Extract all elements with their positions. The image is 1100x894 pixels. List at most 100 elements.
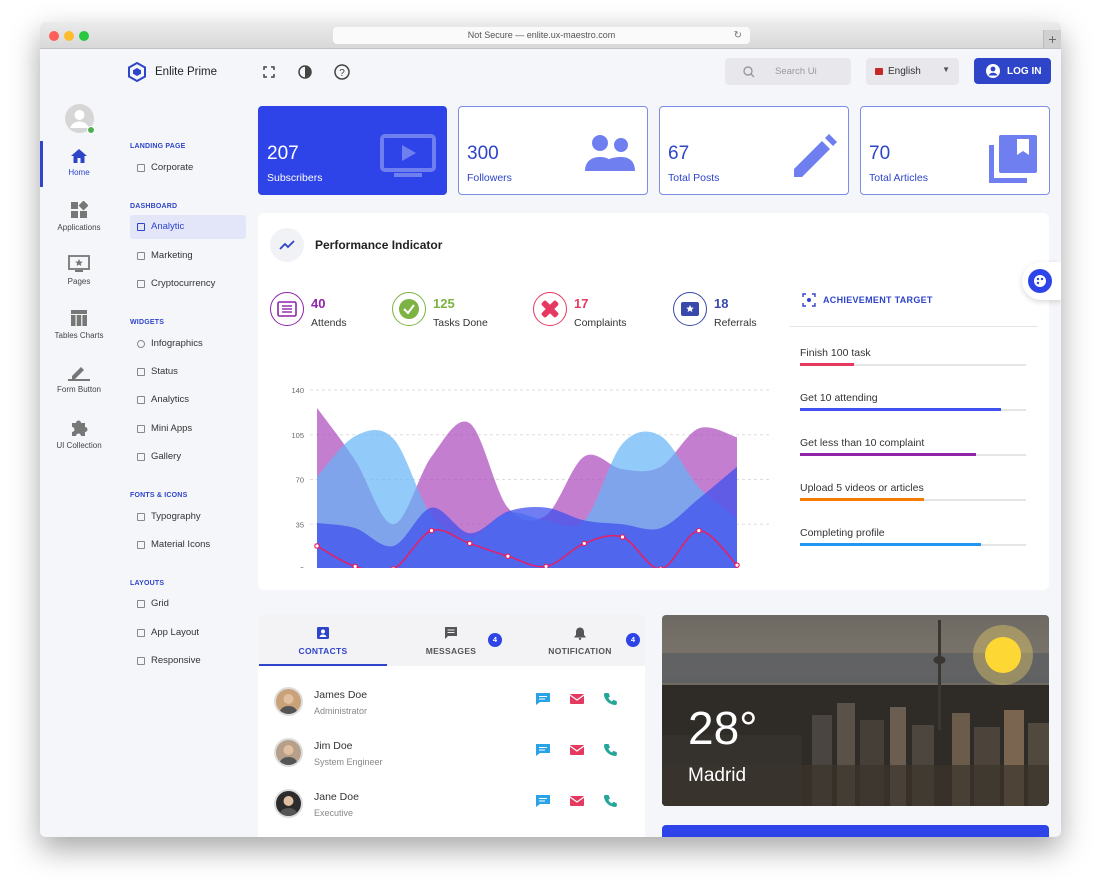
contact-role: Administrator <box>314 706 368 716</box>
menu-item-label: Responsive <box>151 655 201 666</box>
rail-item-home[interactable]: Home <box>40 148 118 177</box>
login-label: LOG IN <box>1007 66 1042 77</box>
stat-card-total-posts[interactable]: 67 Total Posts <box>659 106 849 195</box>
rail-item-ui-collection[interactable]: UI Collection <box>40 417 118 450</box>
minimize-dot[interactable] <box>64 31 74 41</box>
phone-icon[interactable] <box>603 692 617 706</box>
menu-heading-layouts: LAYOUTS <box>130 580 165 587</box>
photo-icon <box>137 453 145 461</box>
mail-icon[interactable] <box>569 743 585 757</box>
chevron-down-icon: ▼ <box>942 65 950 74</box>
messages-badge: 4 <box>488 633 502 647</box>
menu-item-label: Status <box>151 366 178 377</box>
menu-item-grid[interactable]: Grid <box>130 592 246 616</box>
contact-name: Jane Doe <box>314 791 359 803</box>
phone-icon[interactable] <box>603 794 617 808</box>
menu-item-app-layout[interactable]: App Layout <box>130 621 246 645</box>
check-circle-icon <box>392 292 426 326</box>
menu-item-status[interactable]: Status <box>130 360 246 384</box>
line-point <box>658 566 664 568</box>
list-icon <box>270 292 304 326</box>
pages-icon <box>68 255 90 272</box>
contact-avatar[interactable] <box>274 738 303 767</box>
mail-icon[interactable] <box>569 794 585 808</box>
contact-name: James Doe <box>314 689 368 701</box>
login-button[interactable]: LOG IN <box>974 58 1051 84</box>
chart-icon <box>137 396 145 404</box>
search-box[interactable]: Search Ui <box>725 58 851 85</box>
menu-item-responsive[interactable]: Responsive <box>130 649 246 673</box>
contrast-icon[interactable] <box>298 65 312 79</box>
user-avatar[interactable] <box>65 104 95 134</box>
menu-item-gallery[interactable]: Gallery <box>130 445 246 469</box>
theme-fab[interactable] <box>1022 262 1061 300</box>
stat-label: Subscribers <box>267 172 323 184</box>
y-tick-label: 35 <box>296 520 304 529</box>
menu-item-label: Grid <box>151 598 169 609</box>
stat-card-followers[interactable]: 300 Followers <box>458 106 648 195</box>
progress-fill <box>800 543 981 546</box>
contact-avatar[interactable] <box>274 687 303 716</box>
menu-item-typography[interactable]: Typography <box>130 505 246 529</box>
rail-item-pages[interactable]: Pages <box>40 255 118 286</box>
line-point <box>505 553 511 560</box>
people-icon <box>585 135 635 171</box>
progress-fill <box>800 498 925 501</box>
rail-item-tables-charts[interactable]: Tables Charts <box>40 309 118 340</box>
menu-item-material-icons[interactable]: Material Icons <box>130 533 246 557</box>
menu-item-corporate[interactable]: Corporate <box>130 156 246 180</box>
menu-item-analytics[interactable]: Analytics <box>130 388 246 412</box>
contact-avatar[interactable] <box>274 789 303 818</box>
menu-item-cryptocurrency[interactable]: Cryptocurrency <box>130 272 246 296</box>
menu-item-mini-apps[interactable]: Mini Apps <box>130 417 246 441</box>
dashboard-icon <box>137 223 145 231</box>
rail-item-label: UI Collection <box>56 441 102 450</box>
mail-icon[interactable] <box>569 692 585 706</box>
line-point <box>390 566 396 568</box>
maximize-dot[interactable] <box>79 31 89 41</box>
rail-item-applications[interactable]: Applications <box>40 201 118 232</box>
tab-contacts[interactable]: CONTACTS <box>259 616 387 666</box>
stat-value: 300 <box>467 143 499 164</box>
address-bar[interactable]: Not Secure — enlite.ux-maestro.com ↻ <box>333 27 750 44</box>
line-point <box>314 543 320 549</box>
stat-value: 67 <box>668 143 690 164</box>
stat-card-total-articles[interactable]: 70 Total Articles <box>860 106 1050 195</box>
sun-icon <box>985 637 1021 673</box>
devices-icon <box>137 657 145 665</box>
phone-icon[interactable] <box>603 743 617 757</box>
language-select[interactable]: English ▼ <box>866 58 959 85</box>
menu-item-label: Mini Apps <box>151 423 193 434</box>
bookmark-icon <box>137 541 145 549</box>
achievement-label: Upload 5 videos or articles <box>800 482 924 494</box>
help-icon[interactable]: ? <box>334 64 350 80</box>
tv-icon <box>380 134 436 177</box>
menu-item-marketing[interactable]: Marketing <box>130 244 246 268</box>
line-point <box>696 527 702 534</box>
menu-item-label: Corporate <box>151 162 194 173</box>
tab-label: MESSAGES <box>425 646 477 656</box>
line-point <box>466 540 473 547</box>
fullscreen-icon[interactable] <box>263 66 275 78</box>
reload-icon[interactable]: ↻ <box>734 27 742 44</box>
stat-card-subscribers[interactable]: 207 Subscribers <box>258 106 447 195</box>
stat-label: Total Posts <box>668 172 720 184</box>
achievement-item: Get less than 10 complaint <box>800 437 1026 456</box>
rail-item-form-button[interactable]: Form Button <box>40 363 118 394</box>
close-dot[interactable] <box>49 31 59 41</box>
browser-titlebar: Not Secure — enlite.ux-maestro.com ↻ + <box>40 22 1061 49</box>
new-tab-button[interactable]: + <box>1043 30 1061 48</box>
menu-item-analytic[interactable]: Analytic <box>130 215 246 239</box>
chat-icon[interactable] <box>535 692 551 706</box>
chat-icon[interactable] <box>535 743 551 757</box>
contact-row: Jim Doe System Engineer <box>274 738 624 782</box>
menu-item-label: Typography <box>151 511 201 522</box>
pencil-icon <box>794 134 837 177</box>
chat-icon[interactable] <box>535 794 551 808</box>
uk-flag-icon <box>875 68 883 75</box>
tab-label: NOTIFICATION <box>548 646 612 656</box>
menu-item-infographics[interactable]: Infographics <box>130 332 246 356</box>
tab-notification[interactable]: NOTIFICATION <box>516 616 644 666</box>
bottom-card <box>662 825 1049 837</box>
image-icon <box>137 252 145 260</box>
